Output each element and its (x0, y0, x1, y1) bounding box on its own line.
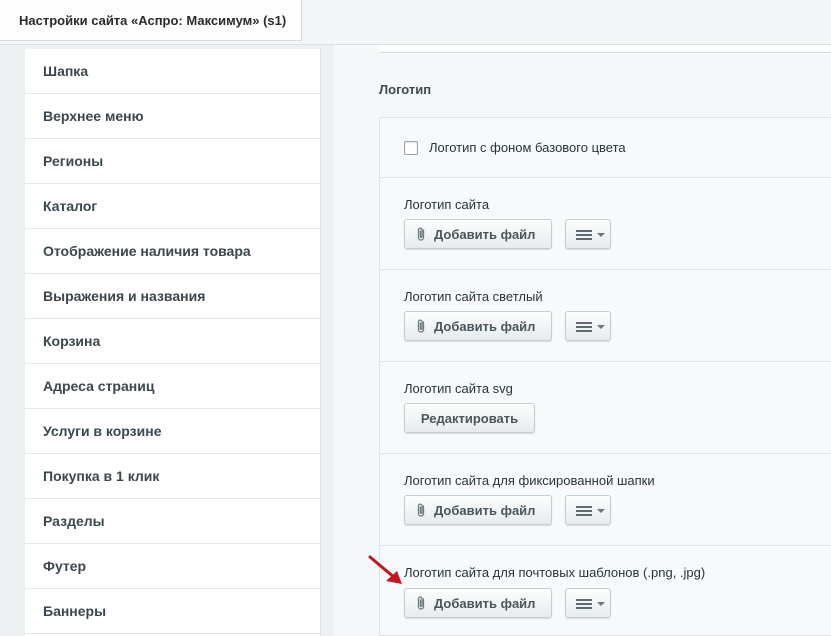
hamburger-menu-icon (576, 322, 592, 332)
logo-field-label: Логотип сайта (404, 197, 490, 212)
sidebar-item-label: Корзина (43, 333, 101, 349)
logo-light-field-label: Логотип сайта светлый (404, 289, 543, 304)
logo-svg-field-row: Логотип сайта svg Редактировать (380, 362, 831, 454)
edit-button[interactable]: Редактировать (404, 403, 535, 433)
paperclip-icon (417, 319, 425, 333)
logo-settings-panel: Логотип с фоном базового цвета Логотип с… (379, 117, 831, 636)
add-file-label: Добавить файл (434, 503, 536, 518)
sidebar-item-cart[interactable]: Корзина (25, 319, 320, 364)
paperclip-icon (417, 227, 425, 241)
sidebar-item-label: Адреса страниц (43, 378, 155, 394)
paperclip-icon (417, 596, 425, 610)
add-file-button[interactable]: Добавить файл (404, 588, 552, 618)
add-file-label: Добавить файл (434, 319, 536, 334)
sidebar-item-top-menu[interactable]: Верхнее меню (25, 94, 320, 139)
sidebar-item-label: Регионы (43, 153, 104, 169)
logo-light-field-row: Логотип сайта светлый Добавить файл (380, 270, 831, 362)
annotation-arrow-icon (368, 555, 402, 584)
logo-field-row: Логотип сайта Добавить файл (380, 178, 831, 270)
sidebar-item-cart-services[interactable]: Услуги в корзине (25, 409, 320, 454)
sidebar-item-stock-display[interactable]: Отображение наличия товара (25, 229, 320, 274)
sidebar-item-label: Каталог (43, 198, 98, 214)
file-menu-button[interactable] (565, 588, 611, 618)
settings-sidebar: Шапка Верхнее меню Регионы Каталог Отобр… (25, 49, 321, 636)
sidebar-item-banners[interactable]: Баннеры (25, 589, 320, 634)
sidebar-item-label: Баннеры (43, 603, 107, 619)
add-file-button[interactable]: Добавить файл (404, 495, 552, 525)
hamburger-menu-icon (576, 506, 592, 516)
tab-site-settings[interactable]: Настройки сайта «Аспро: Максимум» (s1) (0, 0, 302, 41)
sidebar-item-regions[interactable]: Регионы (25, 139, 320, 184)
tab-title: Настройки сайта «Аспро: Максимум» (s1) (19, 13, 287, 28)
caret-down-icon (597, 509, 605, 513)
logo-bg-option-row: Логотип с фоном базового цвета (380, 118, 831, 178)
tab-bar: Настройки сайта «Аспро: Максимум» (s1) (0, 0, 831, 45)
hamburger-menu-icon (576, 230, 592, 240)
logo-email-field-label: Логотип сайта для почтовых шаблонов (.pn… (404, 565, 706, 580)
section-title: Логотип (379, 82, 432, 97)
edit-label: Редактировать (420, 411, 519, 426)
logo-fixed-header-field-row: Логотип сайта для фиксированной шапки До… (380, 454, 831, 546)
sidebar-item-label: Шапка (43, 63, 89, 79)
sidebar-item-phrases[interactable]: Выражения и названия (25, 274, 320, 319)
sidebar-item-footer[interactable]: Футер (25, 544, 320, 589)
hamburger-menu-icon (576, 599, 592, 609)
caret-down-icon (597, 602, 605, 606)
previous-section-edge (379, 45, 831, 53)
sidebar-item-label: Выражения и названия (43, 288, 206, 304)
add-file-label: Добавить файл (434, 596, 536, 611)
sidebar-item-one-click-buy[interactable]: Покупка в 1 клик (25, 454, 320, 499)
sidebar-item-label: Верхнее меню (43, 108, 144, 124)
sidebar-item-page-urls[interactable]: Адреса страниц (25, 364, 320, 409)
sidebar-item-header[interactable]: Шапка (25, 49, 320, 94)
paperclip-icon (417, 503, 425, 517)
logo-svg-field-label: Логотип сайта svg (404, 381, 513, 396)
logo-bg-checkbox-label[interactable]: Логотип с фоном базового цвета (429, 140, 626, 155)
logo-fixed-header-field-label: Логотип сайта для фиксированной шапки (404, 473, 655, 488)
sidebar-item-label: Разделы (43, 513, 105, 529)
sidebar-item-label: Услуги в корзине (43, 423, 162, 439)
caret-down-icon (597, 233, 605, 237)
logo-email-field-row: Логотип сайта для почтовых шаблонов (.pn… (380, 546, 831, 636)
logo-bg-checkbox[interactable] (404, 141, 418, 155)
add-file-button[interactable]: Добавить файл (404, 219, 552, 249)
file-menu-button[interactable] (565, 495, 611, 525)
sidebar-item-label: Отображение наличия товара (43, 243, 251, 259)
file-menu-button[interactable] (565, 311, 611, 341)
caret-down-icon (597, 325, 605, 329)
add-file-label: Добавить файл (434, 227, 536, 242)
sidebar-item-label: Покупка в 1 клик (43, 468, 160, 484)
sidebar-item-catalog[interactable]: Каталог (25, 184, 320, 229)
sidebar-item-sections[interactable]: Разделы (25, 499, 320, 544)
add-file-button[interactable]: Добавить файл (404, 311, 552, 341)
file-menu-button[interactable] (565, 219, 611, 249)
sidebar-item-label: Футер (43, 558, 87, 574)
settings-content: Логотип Логотип с фоном базового цвета Л… (334, 45, 831, 636)
